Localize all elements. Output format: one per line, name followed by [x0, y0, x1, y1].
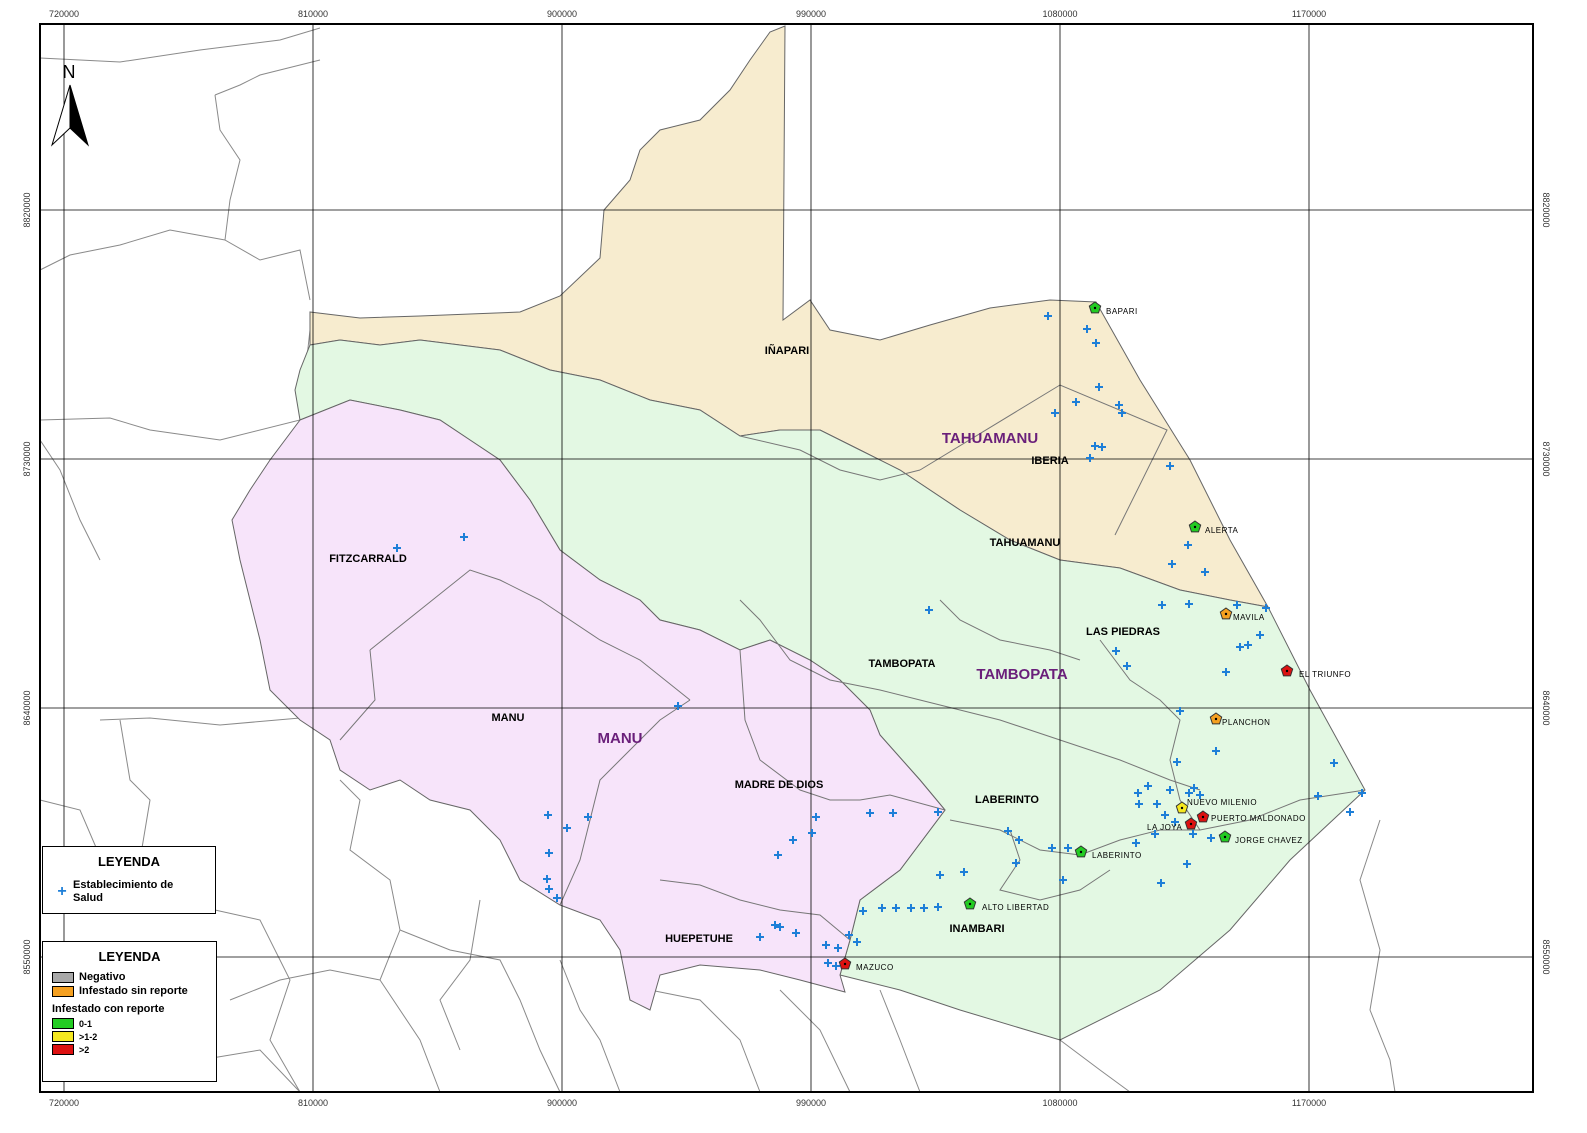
y-tick-right: 8550000: [1541, 939, 1551, 974]
legend-label: Infestado sin reporte: [79, 985, 188, 997]
red-swatch: [52, 1044, 74, 1055]
locality-label: EL TRIUNFO: [1299, 670, 1351, 679]
district-label: LABERINTO: [975, 794, 1039, 806]
locality-label: MAVILA: [1233, 613, 1265, 622]
x-tick-bottom: 1080000: [1042, 1098, 1077, 1108]
legend-row-class3: >2: [52, 1044, 216, 1055]
orange-swatch: [52, 985, 74, 997]
locality-marker-center-dot: [1180, 806, 1184, 810]
y-tick-right: 8820000: [1541, 192, 1551, 227]
legend-label: >2: [79, 1044, 90, 1055]
district-label: LAS PIEDRAS: [1086, 626, 1160, 638]
locality-marker-center-dot: [1193, 525, 1197, 529]
legend-label: >1-2: [79, 1031, 98, 1042]
province-label: MANU: [598, 730, 643, 747]
legend-label: 0-1: [79, 1018, 93, 1029]
locality-label: LA JOYA: [1147, 823, 1183, 832]
legend-title: LEYENDA: [97, 854, 161, 869]
x-tick-top: 900000: [547, 9, 577, 19]
gray-swatch: [52, 971, 74, 983]
locality-marker-center-dot: [1093, 306, 1097, 310]
locality-marker-center-dot: [1214, 717, 1218, 721]
legend-label: Infestado con reporte: [52, 1003, 165, 1015]
legend-row-class2: >1-2: [52, 1031, 216, 1042]
legend-infestation: LEYENDA Negativo Infestado sin reporte I…: [42, 941, 217, 1082]
district-label: HUEPETUHE: [665, 933, 733, 945]
locality-label: JORGE CHAVEZ: [1235, 836, 1303, 845]
locality-label: ALERTA: [1205, 526, 1239, 535]
y-tick-left: 8550000: [22, 939, 32, 974]
x-tick-top: 1170000: [1292, 9, 1326, 19]
legend-label: Establecimiento de Salud: [73, 879, 174, 904]
x-tick-top: 1080000: [1042, 9, 1077, 19]
locality-marker-center-dot: [1201, 815, 1205, 819]
x-tick-bottom: 1170000: [1292, 1098, 1326, 1108]
north-label: N: [63, 62, 76, 82]
x-tick-top: 810000: [298, 9, 328, 19]
legend-label: Negativo: [79, 971, 126, 983]
locality-label: BAPARI: [1106, 307, 1138, 316]
x-tick-bottom: 990000: [796, 1098, 826, 1108]
locality-marker-center-dot: [843, 962, 847, 966]
district-label: INAMBARI: [950, 923, 1005, 935]
locality-marker-center-dot: [1079, 850, 1083, 854]
x-tick-bottom: 810000: [298, 1098, 328, 1108]
green-swatch: [52, 1018, 74, 1029]
legend-row-class1: 0-1: [52, 1018, 216, 1029]
legend-row-establishment: + Establecimiento de Salud: [51, 879, 215, 905]
locality-marker-center-dot: [1223, 835, 1227, 839]
yellow-swatch: [52, 1031, 74, 1042]
legend-title: LEYENDA: [98, 949, 161, 964]
district-label: MADRE DE DIOS: [735, 779, 824, 791]
y-tick-right: 8730000: [1541, 441, 1551, 476]
map-canvas: 720000 810000 900000 990000 1080000 1170…: [22, 9, 1551, 1108]
x-tick-top: 720000: [49, 9, 79, 19]
locality-marker-center-dot: [968, 902, 972, 906]
district-label: TAHUAMANU: [990, 537, 1061, 549]
legend-subheading: Infestado con reporte: [52, 1003, 216, 1015]
district-label: TAMBOPATA: [868, 658, 935, 670]
district-label: FITZCARRALD: [329, 553, 407, 565]
locality-label: ALTO LIBERTAD: [982, 903, 1049, 912]
locality-label: MAZUCO: [856, 963, 894, 972]
locality-marker-center-dot: [1189, 822, 1193, 826]
locality-label: PLANCHON: [1222, 718, 1270, 727]
x-tick-bottom: 720000: [49, 1098, 79, 1108]
x-tick-top: 990000: [796, 9, 826, 19]
cross-icon: +: [57, 883, 67, 900]
locality-label: NUEVO MILENIO: [1187, 798, 1257, 807]
y-tick-left: 8640000: [22, 690, 32, 725]
locality-marker-center-dot: [1285, 669, 1289, 673]
legend-health-establishments: LEYENDA + Establecimiento de Salud: [42, 846, 216, 914]
y-tick-left: 8820000: [22, 192, 32, 227]
locality-label: PUERTO MALDONADO: [1211, 814, 1306, 823]
locality-label: LABERINTO: [1092, 851, 1142, 860]
y-tick-right: 8640000: [1541, 690, 1551, 725]
x-tick-bottom: 900000: [547, 1098, 577, 1108]
district-label: IÑAPARI: [765, 344, 809, 357]
legend-row-negativo: Negativo: [52, 971, 216, 983]
legend-row-sin-reporte: Infestado sin reporte: [52, 985, 216, 997]
locality-marker-center-dot: [1224, 612, 1228, 616]
district-label: IBERIA: [1031, 455, 1068, 467]
y-tick-left: 8730000: [22, 441, 32, 476]
province-label: TAHUAMANU: [942, 430, 1038, 447]
province-label: TAMBOPATA: [976, 666, 1068, 683]
district-label: MANU: [492, 712, 525, 724]
